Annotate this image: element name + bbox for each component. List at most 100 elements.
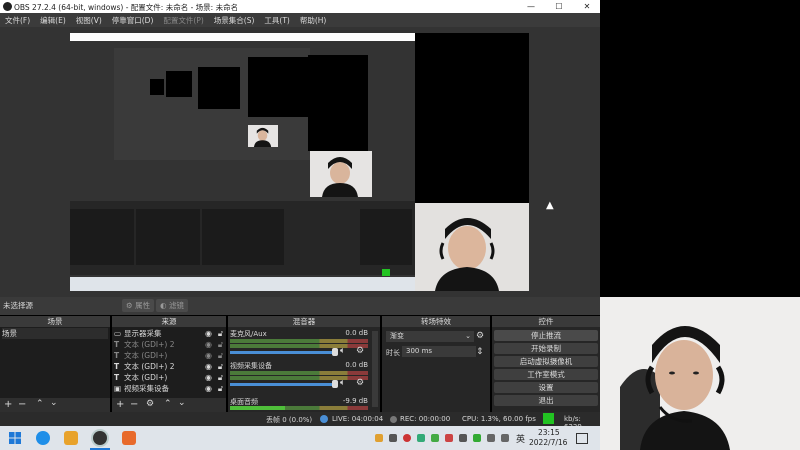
menu-tools[interactable]: 工具(T) [259, 13, 294, 26]
lock-icon[interactable]: 🔓︎ [218, 350, 223, 361]
edge-icon[interactable] [36, 431, 50, 445]
stepper-icon[interactable]: ⇕ [476, 347, 484, 357]
menu-docks[interactable]: 停靠窗口(D) [107, 13, 159, 26]
volume-tray-icon[interactable] [501, 434, 509, 442]
eye-icon[interactable]: ◉ [205, 372, 212, 383]
remove-scene-button[interactable]: − [18, 399, 26, 410]
minimize-button[interactable]: — [518, 1, 544, 12]
source-item[interactable]: ▣ 视频采集设备 ◉ 🔓︎ [114, 383, 224, 394]
clock-date[interactable]: 2022/7/16 [529, 438, 567, 447]
preview-canvas[interactable] [70, 33, 416, 291]
source-item[interactable]: T 文本 (GDI+) 2 ◉ 🔓︎ [114, 361, 224, 372]
eye-icon[interactable]: ◉ [205, 350, 212, 361]
gear-icon[interactable]: ⚙ [356, 378, 364, 388]
rec-time: REC: 00:00:00 [400, 415, 451, 423]
maximize-button[interactable]: ☐ [546, 1, 572, 12]
menu-scene-collection[interactable]: 场景集合(S) [209, 13, 260, 26]
windows-start-icon[interactable] [9, 432, 21, 444]
volume-slider-handle[interactable] [332, 348, 338, 356]
duration-input[interactable]: 300 ms [402, 346, 476, 357]
app-icon[interactable] [64, 431, 78, 445]
exit-button[interactable]: 退出 [494, 395, 598, 406]
live-time: LIVE: 04:00:04 [332, 415, 384, 423]
scenes-header: 场景 [0, 316, 110, 327]
scenes-list[interactable]: 场景 [0, 327, 110, 398]
menu-profile[interactable]: 配置文件(P) [158, 13, 208, 26]
tray-app-icon[interactable] [417, 434, 425, 442]
menu-view[interactable]: 视图(V) [71, 13, 107, 26]
scene-item[interactable]: 场景 [2, 328, 108, 339]
nested-black-block [198, 67, 240, 109]
tray-app-icon[interactable] [431, 434, 439, 442]
speaker-icon[interactable]: 🔈︎ [340, 346, 345, 356]
tray-app-icon[interactable] [389, 434, 397, 442]
title-bar: OBS 27.2.4 (64-bit, windows) - 配置文件: 未命名… [0, 0, 600, 13]
controls-dock: 控件 停止推流 开始录制 启动虚拟摄像机 工作室模式 设置 退出 [492, 316, 600, 412]
gear-icon[interactable]: ⚙ [476, 331, 484, 341]
stop-streaming-button[interactable]: 停止推流 [494, 330, 598, 341]
display-tray-icon[interactable] [487, 434, 495, 442]
tray-app-icon[interactable] [445, 434, 453, 442]
nested-mixer [202, 209, 284, 265]
eye-icon[interactable]: ◉ [205, 361, 212, 372]
menu-edit[interactable]: 编辑(E) [35, 13, 71, 26]
gear-icon[interactable]: ⚙ [146, 399, 154, 409]
start-recording-button[interactable]: 开始录制 [494, 343, 598, 354]
volume-slider[interactable] [230, 383, 334, 386]
studio-mode-button[interactable]: 工作室模式 [494, 369, 598, 380]
audio-meter [230, 376, 368, 380]
clock-time[interactable]: 23:15 [538, 428, 560, 437]
add-source-button[interactable]: + [116, 399, 124, 410]
tray-app-icon[interactable] [459, 434, 467, 442]
mixer-scrollbar[interactable] [372, 331, 378, 407]
mixer-channel-name: 视频采集设备 [230, 362, 272, 370]
speaker-icon[interactable]: 🔈︎ [340, 378, 345, 388]
taskbar: 英 23:15 2022/7/16 [0, 426, 600, 450]
eye-icon[interactable]: ◉ [205, 383, 212, 394]
wechat-tray-icon[interactable] [473, 434, 481, 442]
tray-app-icon[interactable] [403, 434, 411, 442]
source-label: 文本 (GDI+) [124, 373, 168, 382]
settings-button[interactable]: 设置 [494, 382, 598, 393]
monitor-icon: ▭ [114, 329, 122, 338]
filters-button[interactable]: ◐ 滤镜 [156, 299, 188, 312]
nested-taskbar [70, 277, 416, 291]
menu-help[interactable]: 帮助(H) [295, 13, 332, 26]
add-scene-button[interactable]: + [4, 399, 12, 410]
volume-slider[interactable] [230, 351, 334, 354]
lock-icon[interactable]: 🔓︎ [218, 328, 223, 339]
source-item[interactable]: T 文本 (GDI+) ◉ 🔓︎ [114, 350, 224, 361]
volume-slider-handle[interactable] [332, 380, 338, 388]
eye-icon[interactable]: ◉ [205, 328, 212, 339]
source-item[interactable]: T 文本 (GDI+) ◉ 🔓︎ [114, 372, 224, 383]
move-up-icon[interactable]: ⌃ [36, 399, 44, 409]
move-down-icon[interactable]: ⌄ [178, 398, 186, 408]
obs-taskbar-icon[interactable] [93, 431, 107, 445]
source-item[interactable]: T 文本 (GDI+) 2 ◉ 🔓︎ [114, 339, 224, 350]
menu-file[interactable]: 文件(F) [0, 13, 35, 26]
tray-app-icon[interactable] [375, 434, 383, 442]
gear-icon[interactable]: ⚙ [356, 346, 364, 356]
lock-icon[interactable]: 🔓︎ [218, 361, 223, 372]
app-icon[interactable] [122, 431, 136, 445]
sources-list[interactable]: ▭ 显示器采集 ◉ 🔓︎ T 文本 (GDI+) 2 ◉ 🔓︎ T 文本 (GDI+) ◉ 🔓︎ … [112, 327, 226, 398]
notification-icon[interactable] [576, 433, 588, 444]
move-up-icon[interactable]: ⌃ [164, 399, 172, 409]
lock-icon[interactable]: 🔓︎ [218, 339, 223, 350]
remove-source-button[interactable]: − [130, 399, 138, 410]
scenes-dock: 场景 场景 + − ⌃ ⌄ [0, 316, 110, 412]
ime-indicator[interactable]: 英 [516, 432, 525, 445]
audio-meter [230, 406, 368, 410]
obs-app-icon [3, 2, 12, 11]
lock-icon[interactable]: 🔓︎ [218, 372, 223, 383]
transition-select[interactable]: 渐变 ⌄ [386, 331, 474, 342]
properties-button[interactable]: ⚙ 属性 [122, 299, 155, 312]
source-item[interactable]: ▭ 显示器采集 ◉ 🔓︎ [114, 328, 224, 339]
start-virtual-camera-button[interactable]: 启动虚拟摄像机 [494, 356, 598, 367]
lock-icon[interactable]: 🔓︎ [218, 383, 223, 394]
eye-icon[interactable]: ◉ [205, 339, 212, 350]
move-down-icon[interactable]: ⌄ [50, 398, 58, 408]
close-button[interactable]: ✕ [574, 1, 600, 12]
source-label: 文本 (GDI+) 2 [124, 340, 175, 349]
transitions-header: 转场特效 [382, 316, 490, 327]
